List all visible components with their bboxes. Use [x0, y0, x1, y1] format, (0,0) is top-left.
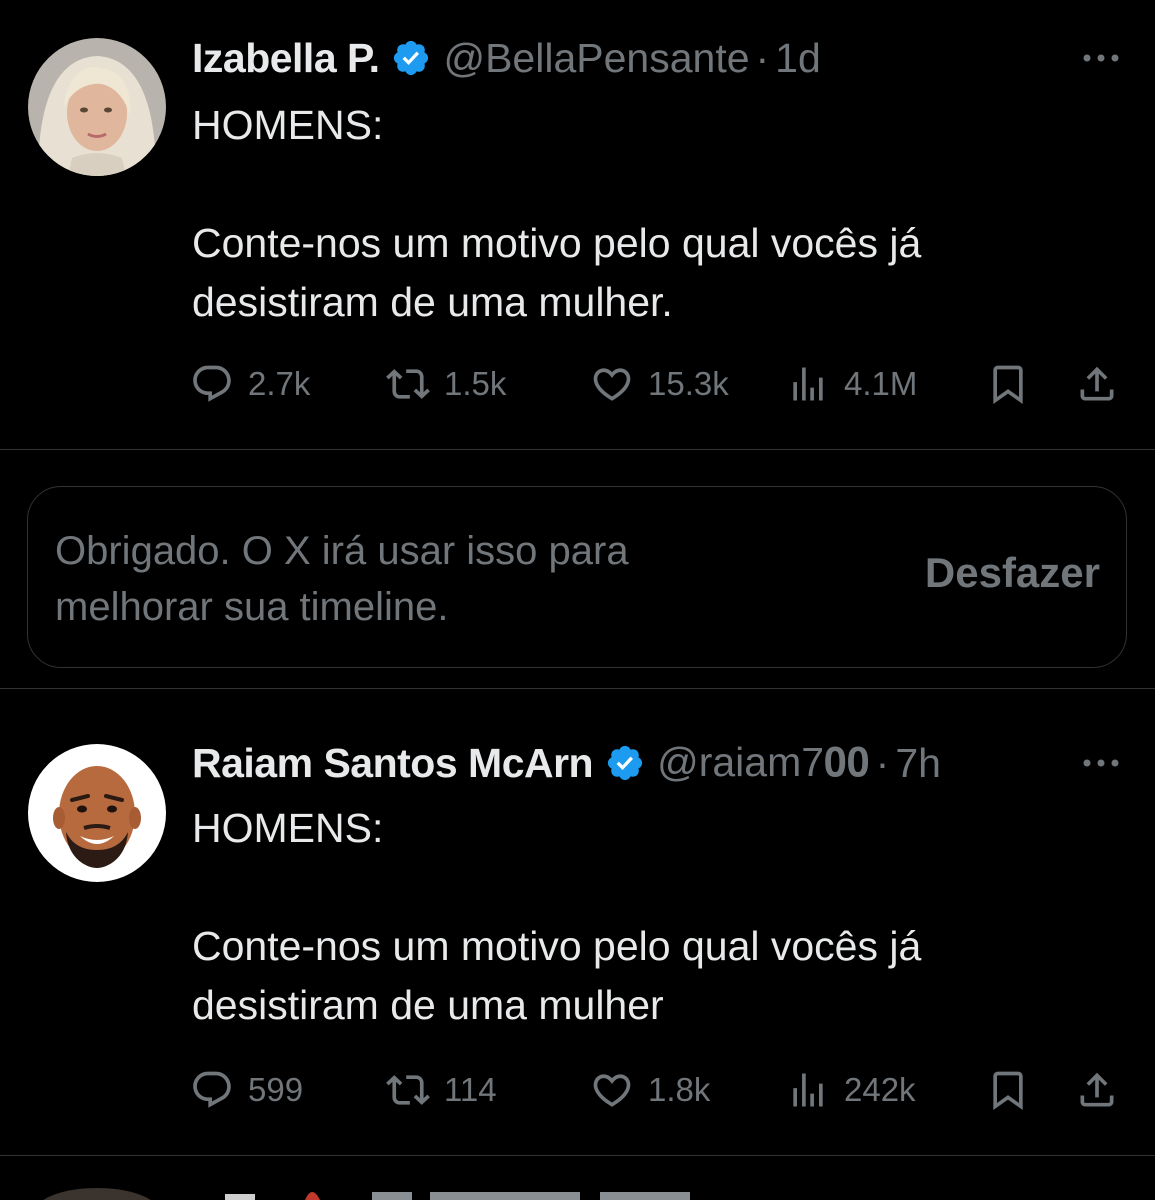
like-count: 1.8k	[648, 1071, 711, 1108]
tweet-text-line	[192, 155, 1112, 214]
feedback-message-line: melhorar sua timeline.	[55, 585, 449, 629]
divider	[0, 449, 1155, 450]
more-icon[interactable]	[1079, 753, 1123, 773]
tweet-text-line: desistiram de uma mulher.	[192, 279, 673, 325]
repost-count: 1.5k	[444, 365, 507, 402]
reply-button[interactable]: 2.7k	[190, 356, 310, 412]
repost-icon	[386, 369, 430, 399]
repost-count: 114	[444, 1071, 497, 1108]
reply-icon	[193, 1071, 231, 1108]
action-bar: 599 114 1.8k 242k	[190, 1062, 1125, 1118]
views-icon	[793, 367, 823, 401]
tweet-2[interactable]: Raiam Santos McArn @raiam7𝟎𝟎 · 7h HOMENS…	[0, 689, 1155, 1155]
feedback-message: Obrigado. O X irá usar isso para melhora…	[55, 523, 775, 635]
repost-icon	[386, 1075, 430, 1105]
heart-icon	[593, 1074, 631, 1107]
separator-dot: ·	[875, 739, 890, 786]
like-button[interactable]: 15.3k	[590, 356, 729, 412]
user-handle[interactable]: @raiam7𝟎𝟎	[657, 739, 870, 787]
view-count: 4.1M	[844, 365, 918, 402]
tweet-header: Raiam Santos McArn @raiam7𝟎𝟎 · 7h	[192, 733, 941, 793]
like-button[interactable]: 1.8k	[590, 1062, 710, 1118]
views-icon	[793, 1073, 823, 1107]
more-icon[interactable]	[1079, 48, 1123, 68]
display-name[interactable]: Raiam Santos McArn	[192, 740, 594, 787]
reply-icon	[193, 365, 231, 402]
feedback-notice: Obrigado. O X irá usar isso para melhora…	[27, 486, 1127, 668]
user-handle[interactable]: @BellaPensante	[443, 35, 749, 82]
views-button[interactable]: 4.1M	[786, 356, 917, 412]
tweet-header: Izabella P. @BellaPensante · 1d	[192, 28, 821, 88]
repost-button[interactable]: 114	[386, 1062, 497, 1118]
separator-dot: ·	[755, 34, 770, 81]
tweet-text-line: desistiram de uma mulher	[192, 982, 664, 1028]
tweet-text-line	[192, 858, 1112, 917]
tweet-1[interactable]: Izabella P. @BellaPensante · 1d HOMENS: …	[0, 0, 1155, 450]
divider	[0, 1155, 1155, 1156]
bookmark-icon[interactable]	[986, 362, 1030, 406]
share-icon[interactable]	[1075, 362, 1119, 406]
tweet-text: HOMENS: Conte-nos um motivo pelo qual vo…	[192, 799, 1112, 1035]
tweet-text: HOMENS: Conte-nos um motivo pelo qual vo…	[192, 96, 1112, 332]
like-count: 15.3k	[648, 365, 729, 402]
action-bar: 2.7k 1.5k 15.3k 4.1M	[190, 356, 1125, 412]
avatar[interactable]	[28, 38, 166, 176]
reply-count: 2.7k	[248, 365, 311, 402]
verified-badge-icon	[391, 38, 431, 78]
bookmark-icon[interactable]	[986, 1068, 1030, 1112]
next-tweet-avatar-edge	[43, 1188, 690, 1200]
tweet-text-line: Conte-nos um motivo pelo qual vocês já	[192, 220, 922, 266]
verified-badge-icon	[605, 743, 645, 783]
display-name[interactable]: Izabella P.	[192, 35, 380, 82]
avatar[interactable]	[28, 744, 166, 882]
reply-button[interactable]: 599	[190, 1062, 303, 1118]
undo-button[interactable]: Desfazer	[925, 549, 1100, 597]
tweet-text-line: Conte-nos um motivo pelo qual vocês já	[192, 923, 922, 969]
timestamp[interactable]: 1d	[775, 35, 821, 82]
reply-count: 599	[248, 1071, 304, 1108]
heart-icon	[593, 368, 631, 401]
next-tweet-peek	[0, 1180, 1155, 1200]
views-button[interactable]: 242k	[786, 1062, 916, 1118]
tweet-text-line: HOMENS:	[192, 102, 384, 148]
feedback-message-line: Obrigado. O X irá usar isso para	[55, 529, 629, 573]
timestamp[interactable]: 7h	[895, 740, 941, 787]
tweet-text-line: HOMENS:	[192, 805, 384, 851]
view-count: 242k	[844, 1071, 916, 1108]
share-icon[interactable]	[1075, 1068, 1119, 1112]
repost-button[interactable]: 1.5k	[386, 356, 506, 412]
